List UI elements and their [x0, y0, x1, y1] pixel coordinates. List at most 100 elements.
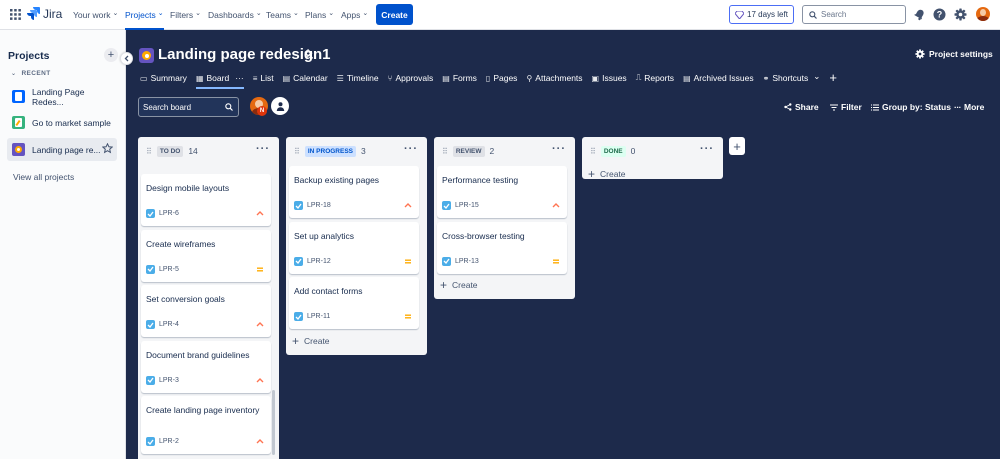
add-project-button[interactable]: + — [104, 48, 118, 62]
column-header[interactable]: ⠿ DONE 0 ··· — [582, 137, 723, 165]
board-search-input[interactable]: Search board — [138, 97, 239, 117]
app-switcher-icon[interactable] — [10, 9, 21, 20]
issue-card[interactable]: Design mobile layouts LPR-6 — [141, 174, 271, 226]
add-column-button[interactable]: + — [729, 137, 745, 155]
search-input[interactable]: Search — [802, 5, 906, 24]
column-header[interactable]: ⠿ REVIEW 2 ··· — [434, 137, 575, 165]
tab-reports[interactable]: ⎍ Reports — [636, 70, 674, 86]
view-all-projects-link[interactable]: View all projects — [13, 172, 74, 182]
nav-your-work[interactable]: Your work ⌄ — [73, 0, 118, 30]
project-icon — [12, 116, 25, 129]
tab-calendar[interactable]: ▤ Calendar — [283, 70, 328, 86]
project-settings-button[interactable]: Project settings — [915, 49, 993, 59]
share-button[interactable]: Share — [784, 102, 819, 112]
sidebar-item-landing-page-redesign[interactable]: Landing Page Redes... — [7, 85, 117, 108]
add-people-button[interactable] — [271, 97, 289, 115]
column-more-icon[interactable]: ··· — [552, 143, 566, 155]
nav-projects[interactable]: Projects ⌄ — [125, 0, 164, 30]
column-header[interactable]: ⠿ IN PROGRESS 3 ··· — [286, 137, 427, 165]
nav-plans[interactable]: Plans ⌄ — [305, 0, 334, 30]
task-type-icon — [442, 256, 451, 266]
issue-card[interactable]: Set conversion goals LPR-4 — [141, 285, 271, 337]
drag-handle-icon[interactable]: ⠿ — [146, 147, 152, 156]
issue-key[interactable]: LPR-15 — [455, 202, 479, 209]
create-button[interactable]: Create — [376, 4, 413, 25]
tab-issues[interactable]: ▣ Issues — [592, 70, 627, 86]
tab-summary[interactable]: ▭ Summary — [140, 70, 187, 86]
issue-card[interactable]: Add contact forms LPR-11 — [289, 277, 419, 329]
share-label: Share — [795, 102, 819, 112]
column-status-lozenge: IN PROGRESS — [304, 145, 357, 157]
chevron-down-icon: ⌄ — [328, 10, 335, 17]
issue-key[interactable]: LPR-12 — [307, 258, 331, 265]
create-issue-button[interactable]: + Create — [588, 168, 626, 180]
approvals-icon: ⑂ — [387, 73, 393, 83]
issue-key[interactable]: LPR-13 — [455, 258, 479, 265]
create-issue-button[interactable]: + Create — [292, 335, 330, 347]
project-avatar-icon — [139, 48, 154, 63]
issue-card[interactable]: Create landing page inventory LPR-2 — [141, 396, 271, 454]
nav-dashboards[interactable]: Dashboards ⌄ — [208, 0, 262, 30]
recent-section-toggle[interactable]: ⌄ RECENT — [11, 70, 51, 77]
column-more-icon[interactable]: ··· — [404, 143, 418, 155]
more-button[interactable]: ··· More — [954, 102, 984, 112]
issue-card[interactable]: Performance testing LPR-15 — [437, 166, 567, 218]
tab-approvals[interactable]: ⑂ Approvals — [388, 70, 434, 86]
star-icon[interactable] — [102, 143, 113, 154]
add-tab-button[interactable]: + — [829, 70, 837, 86]
tab-archived-issues[interactable]: ▤ Archived Issues — [683, 70, 754, 86]
filter-button[interactable]: Filter — [830, 102, 862, 112]
notifications-icon[interactable] — [913, 8, 926, 21]
task-type-icon — [294, 256, 303, 266]
board-column-to-do: ⠿ TO DO 14 ··· Design mobile layouts LPR-6 Cre… — [138, 137, 279, 459]
tab-forms[interactable]: ▤ Forms — [442, 70, 477, 86]
issue-key[interactable]: LPR-11 — [307, 313, 330, 320]
issue-key[interactable]: LPR-6 — [159, 210, 179, 217]
tab-timeline[interactable]: ☰ Timeline — [337, 70, 379, 86]
project-icon — [12, 143, 25, 156]
drag-handle-icon[interactable]: ⠿ — [590, 147, 596, 156]
sidebar-item-landing-page-redesign1[interactable]: Landing page re... — [7, 138, 117, 161]
board-column-in-progress: ⠿ IN PROGRESS 3 ··· Backup existing pages LPR… — [286, 137, 427, 355]
tab-board[interactable]: ▦ Board ··· — [195, 70, 244, 89]
project-icon — [12, 90, 25, 103]
create-issue-button[interactable]: + Create — [440, 279, 478, 291]
issue-key[interactable]: LPR-2 — [159, 438, 179, 445]
issue-key[interactable]: LPR-4 — [159, 321, 179, 328]
issue-key[interactable]: LPR-18 — [307, 202, 331, 209]
issue-card[interactable]: Create wireframes LPR-5 — [141, 229, 271, 282]
column-more-icon[interactable]: ··· — [700, 143, 714, 155]
tab-shortcuts[interactable]: ⚭ Shortcuts ⌄ — [763, 70, 821, 86]
group-by-button[interactable]: Group by: Status — [871, 102, 951, 112]
column-scrollbar[interactable] — [272, 390, 275, 455]
tab-list[interactable]: ≡ List — [253, 70, 274, 86]
help-icon[interactable]: ? — [933, 8, 946, 21]
jira-logo[interactable]: Jira — [27, 7, 62, 21]
pin-icon[interactable] — [304, 49, 315, 60]
recent-label: RECENT — [21, 70, 51, 77]
trial-days-button[interactable]: 17 days left — [729, 5, 794, 24]
nav-apps[interactable]: Apps ⌄ — [341, 0, 368, 30]
nav-teams[interactable]: Teams ⌄ — [266, 0, 299, 30]
sidebar-item-go-to-market[interactable]: Go to market sample — [7, 111, 117, 134]
issue-card[interactable]: Set up analytics LPR-12 — [289, 221, 419, 274]
drag-handle-icon[interactable]: ⠿ — [442, 147, 448, 156]
issue-footer: LPR-3 — [146, 375, 179, 385]
tab-label: Calendar — [293, 73, 328, 83]
issue-card[interactable]: Document brand guidelines LPR-3 — [141, 340, 271, 393]
issue-card[interactable]: Backup existing pages LPR-18 — [289, 166, 419, 218]
issue-key[interactable]: LPR-5 — [159, 266, 179, 273]
issue-key[interactable]: LPR-3 — [159, 377, 179, 384]
settings-icon[interactable] — [954, 8, 967, 21]
column-header[interactable]: ⠿ TO DO 14 ··· — [138, 137, 279, 165]
issue-card[interactable]: Cross-browser testing LPR-13 — [437, 221, 567, 274]
profile-avatar[interactable] — [976, 7, 990, 21]
collapse-sidebar-button[interactable] — [120, 52, 133, 65]
attachments-icon: ⚲ — [526, 73, 533, 83]
tab-pages[interactable]: ▯ Pages — [486, 70, 518, 86]
drag-handle-icon[interactable]: ⠿ — [294, 147, 300, 156]
tab-more-icon[interactable]: ··· — [235, 73, 244, 83]
column-more-icon[interactable]: ··· — [256, 143, 270, 155]
nav-filters[interactable]: Filters ⌄ — [170, 0, 201, 30]
tab-attachments[interactable]: ⚲ Attachments — [526, 70, 582, 86]
